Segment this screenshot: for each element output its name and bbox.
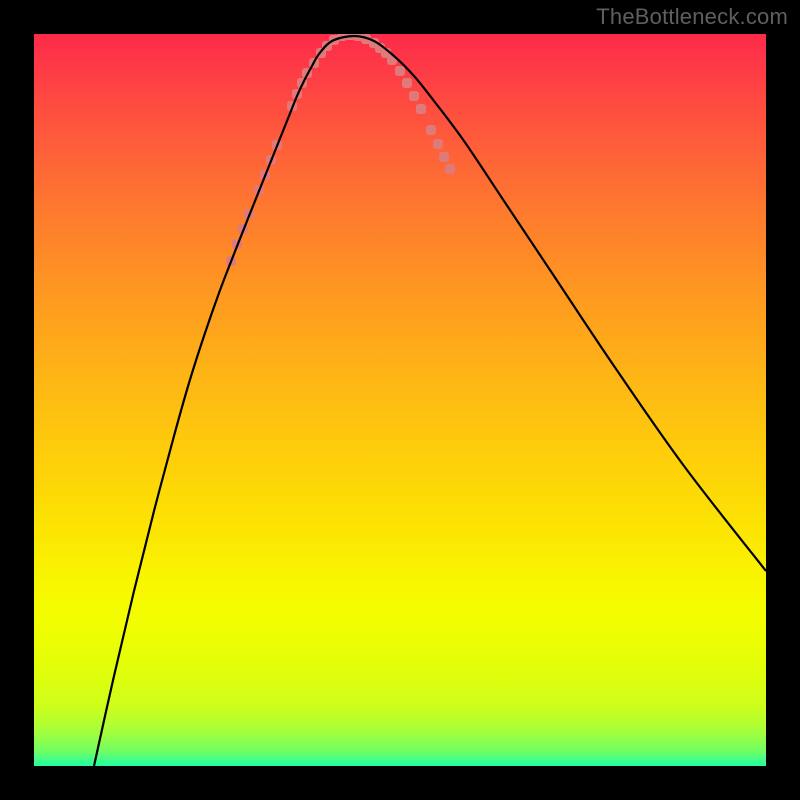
bead-marker — [439, 152, 449, 162]
bead-marker — [426, 125, 436, 135]
plot-area — [34, 34, 766, 766]
bead-marker — [409, 91, 419, 101]
bead-markers — [226, 34, 455, 266]
bead-marker — [416, 104, 426, 114]
chart-frame: TheBottleneck.com — [0, 0, 800, 800]
bead-marker — [402, 78, 412, 88]
watermark-text: TheBottleneck.com — [596, 4, 788, 30]
bead-marker — [395, 66, 405, 76]
bead-marker — [445, 164, 455, 174]
bottleneck-curve — [94, 36, 766, 766]
bead-marker — [433, 139, 443, 149]
curve-layer — [34, 34, 766, 766]
